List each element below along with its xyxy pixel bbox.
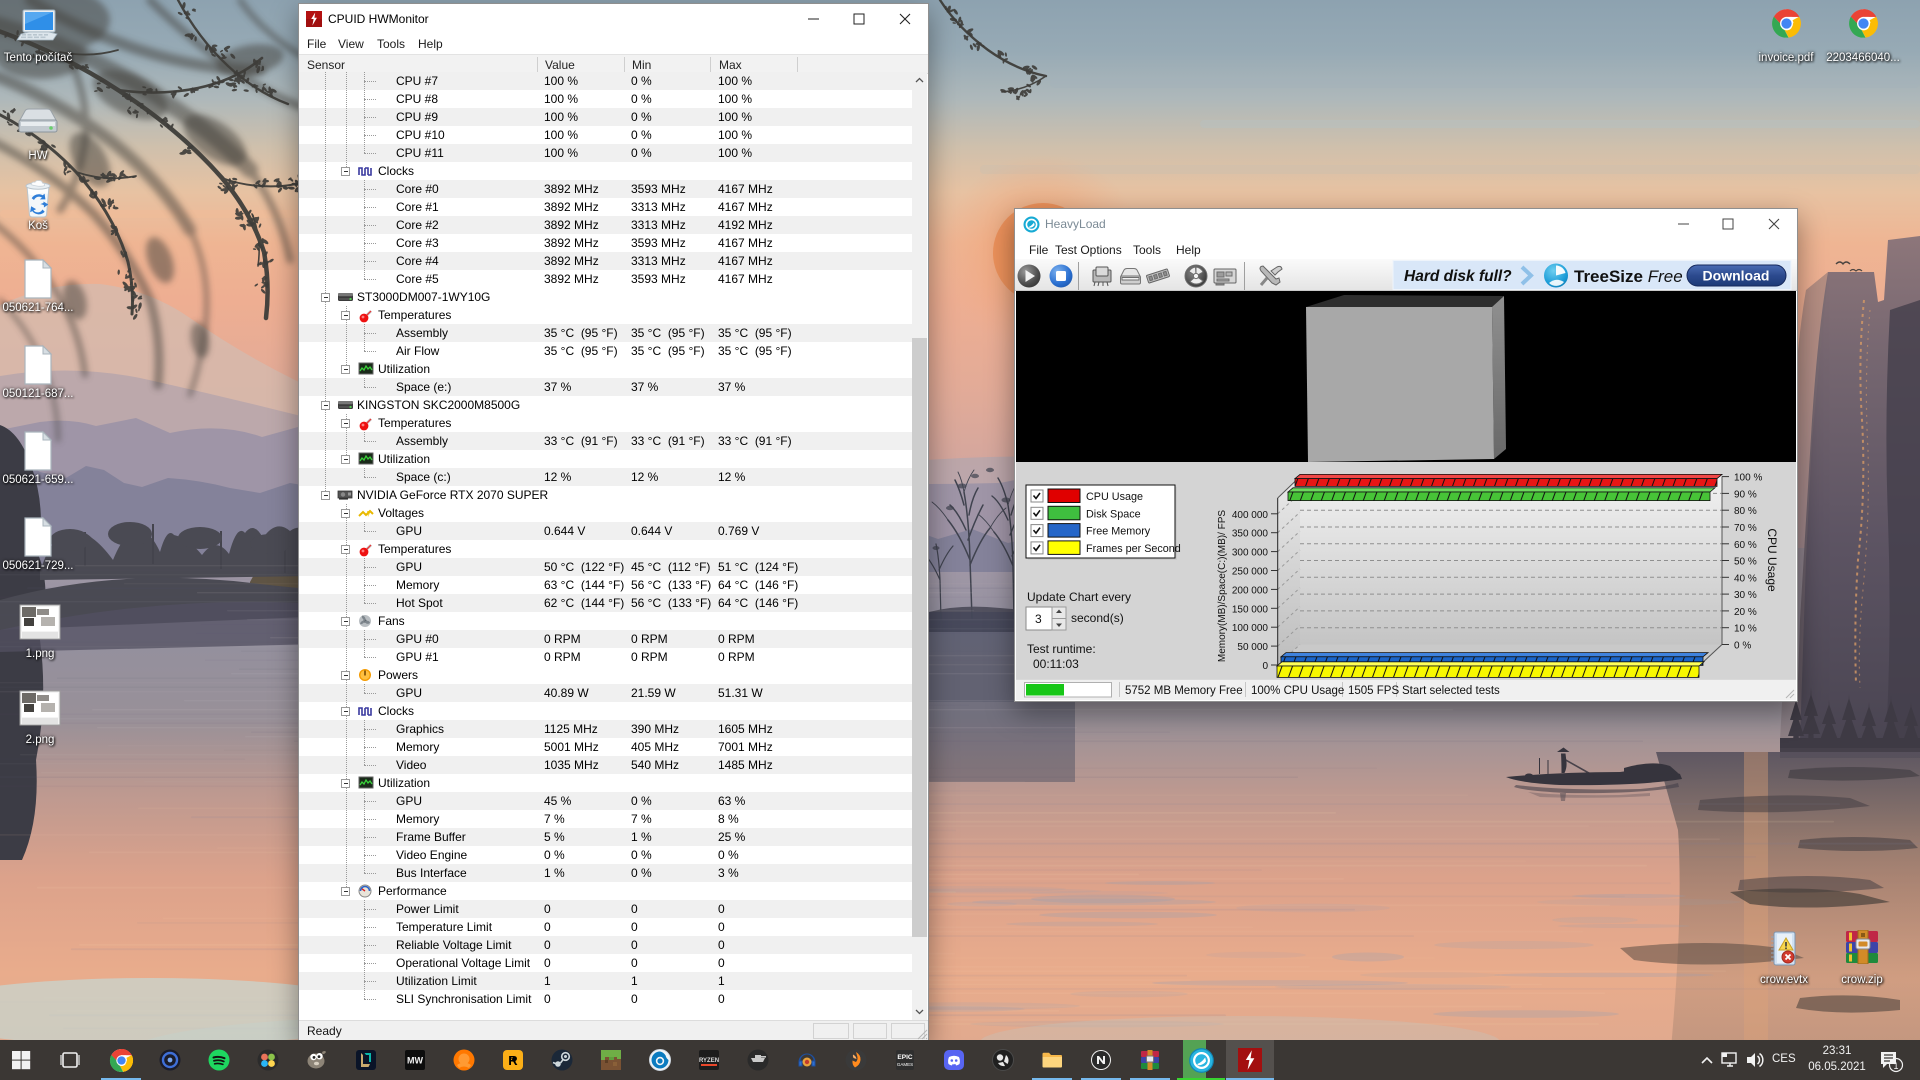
svg-text:EPIC: EPIC	[897, 1054, 912, 1061]
svg-text:10 %: 10 %	[1734, 624, 1757, 635]
svg-text:100 %: 100 %	[1734, 473, 1762, 484]
svg-text:20 %: 20 %	[1734, 607, 1757, 618]
svg-text:Download: Download	[1703, 268, 1770, 284]
svg-text:5752 MB Memory Free: 5752 MB Memory Free	[1125, 685, 1243, 697]
svg-text:Memory(MB)/Space(C:)(MB)/ FPS: Memory(MB)/Space(C:)(MB)/ FPS	[1217, 510, 1228, 663]
svg-text:Start selected tests: Start selected tests	[1402, 685, 1500, 697]
svg-text:Disk Space: Disk Space	[1086, 508, 1141, 520]
svg-text:1: 1	[1893, 1061, 1898, 1071]
svg-text:100% CPU Usage: 100% CPU Usage	[1251, 685, 1344, 697]
svg-text:30 %: 30 %	[1734, 590, 1757, 601]
svg-text:RYZEN: RYZEN	[699, 1058, 719, 1064]
svg-text:MW: MW	[407, 1056, 423, 1066]
svg-text:Test runtime:: Test runtime:	[1027, 642, 1096, 656]
svg-text:3: 3	[1035, 612, 1042, 626]
svg-text:50 %: 50 %	[1734, 557, 1757, 568]
svg-text:70 %: 70 %	[1734, 523, 1757, 534]
svg-text:350 000: 350 000	[1232, 529, 1269, 540]
svg-text:CPU Usage: CPU Usage	[1086, 491, 1143, 503]
svg-text:100 000: 100 000	[1232, 623, 1269, 634]
svg-text:1505 FPS: 1505 FPS	[1348, 685, 1399, 697]
svg-text:Hard disk full?: Hard disk full?	[1404, 268, 1512, 285]
svg-text:80 %: 80 %	[1734, 506, 1757, 517]
svg-text:0: 0	[1262, 661, 1268, 672]
svg-text:GAMES: GAMES	[897, 1062, 913, 1067]
svg-text:60 %: 60 %	[1734, 540, 1757, 551]
svg-text:00:11:03: 00:11:03	[1033, 657, 1079, 671]
svg-text:200 000: 200 000	[1232, 585, 1269, 596]
svg-text:0 %: 0 %	[1734, 641, 1751, 652]
svg-text:50 000: 50 000	[1237, 642, 1268, 653]
svg-text:90 %: 90 %	[1734, 489, 1757, 500]
svg-text:400 000: 400 000	[1232, 510, 1269, 521]
svg-text:300 000: 300 000	[1232, 548, 1269, 559]
svg-text:150 000: 150 000	[1232, 604, 1269, 615]
svg-text:250 000: 250 000	[1232, 567, 1269, 578]
svg-text:CPU Usage: CPU Usage	[1765, 528, 1779, 592]
svg-text:second(s): second(s)	[1071, 611, 1124, 625]
svg-text:40 %: 40 %	[1734, 573, 1757, 584]
svg-text:Update Chart every: Update Chart every	[1027, 590, 1131, 604]
svg-text:Free Memory: Free Memory	[1086, 526, 1151, 538]
svg-text:TreeSize Free: TreeSize Free	[1574, 267, 1683, 286]
svg-text:Frames per Second: Frames per Second	[1086, 543, 1181, 555]
